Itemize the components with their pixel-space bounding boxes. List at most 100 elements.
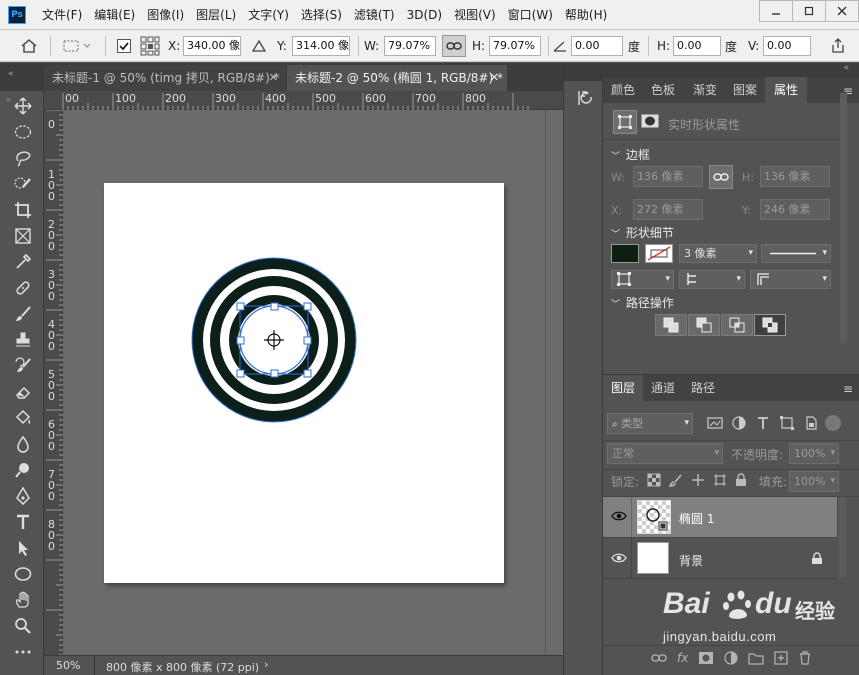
zoom-level[interactable]: 50% — [56, 659, 80, 672]
stroke-caps-dropdown[interactable]: ▾ — [679, 270, 745, 289]
path-selection-tool-icon[interactable] — [12, 537, 34, 559]
add-mask-icon[interactable] — [698, 651, 714, 665]
filter-shape-layer-icon[interactable] — [779, 415, 795, 431]
path-operations-section-header[interactable]: ﹀ 路径操作 — [611, 294, 674, 311]
visibility-eye-icon[interactable] — [611, 510, 627, 522]
visibility-eye-icon[interactable] — [611, 552, 627, 564]
home-icon[interactable] — [20, 30, 38, 62]
shape-x-field[interactable]: 272 像素 — [633, 199, 703, 220]
healing-brush-tool-icon[interactable] — [12, 277, 34, 299]
layer-name[interactable]: 背景 — [679, 552, 703, 569]
stroke-style-dropdown[interactable]: ▾ — [761, 244, 831, 263]
tab-color[interactable]: 颜色 — [603, 77, 643, 103]
filter-pixel-layer-icon[interactable] — [707, 415, 723, 431]
history-brush-tool-icon[interactable] — [12, 355, 34, 377]
transform-section-header[interactable]: ﹀ 边框 — [611, 146, 650, 163]
ellipse-tool-icon[interactable] — [12, 563, 34, 585]
y-position-field[interactable]: 314.00 像素 — [292, 36, 350, 56]
eraser-tool-icon[interactable] — [12, 381, 34, 403]
menu-type[interactable]: 文字(Y) — [242, 0, 295, 30]
panel-collapse-icon[interactable]: « — [843, 63, 849, 73]
tab-swatches[interactable]: 色板 — [643, 77, 683, 103]
panel-menu-icon[interactable]: ≡ — [843, 382, 853, 396]
tab-layers[interactable]: 图层 — [603, 375, 643, 401]
filter-smart-object-icon[interactable] — [803, 415, 819, 431]
tab-untitled-1[interactable]: 未标题-1 @ 50% (timg 拷贝, RGB/8#) * ✕ — [44, 65, 286, 91]
type-tool-icon[interactable] — [12, 511, 34, 533]
layer-row[interactable]: 背景 — [603, 538, 837, 578]
blend-mode-dropdown[interactable]: 正常 ▾ — [607, 443, 723, 464]
status-menu-arrow[interactable]: › — [264, 658, 268, 671]
combine-shapes-icon[interactable] — [655, 314, 687, 336]
eyedropper-tool-icon[interactable] — [12, 251, 34, 273]
layer-filter-dropdown[interactable]: ⌕ 类型 ▾ — [607, 413, 693, 434]
h-skew-field[interactable]: 0.00 — [673, 36, 721, 56]
height-percent-field[interactable]: 79.07% — [489, 36, 541, 56]
shape-details-section-header[interactable]: ﹀ 形状细节 — [611, 224, 674, 241]
lock-artboard-icon[interactable] — [713, 473, 727, 487]
menu-view[interactable]: 视图(V) — [448, 0, 502, 30]
toolbar-collapse-icon[interactable]: » — [6, 95, 11, 104]
fx-icon[interactable]: fx — [677, 651, 688, 665]
menu-file[interactable]: 文件(F) — [36, 0, 88, 30]
tab-properties[interactable]: 属性 — [765, 77, 807, 103]
clone-stamp-tool-icon[interactable] — [12, 329, 34, 351]
tab-patterns[interactable]: 图案 — [725, 77, 765, 103]
menu-help[interactable]: 帮助(H) — [559, 0, 613, 30]
more-tools-icon[interactable] — [12, 641, 34, 663]
photoshop-logo-icon[interactable]: Ps — [8, 5, 26, 24]
minimize-icon[interactable] — [759, 0, 793, 22]
close-icon[interactable] — [825, 0, 859, 22]
filter-adjustment-layer-icon[interactable] — [731, 415, 747, 431]
transform-select-icon[interactable] — [62, 30, 92, 62]
dodge-tool-icon[interactable] — [12, 459, 34, 481]
layers-scrollbar[interactable] — [839, 497, 846, 577]
x-position-field[interactable]: 340.00 像素 — [183, 36, 241, 56]
stroke-align-dropdown[interactable]: ▾ — [611, 270, 674, 289]
lasso-tool-icon[interactable] — [12, 147, 34, 169]
reference-point-grid-icon[interactable] — [140, 30, 160, 62]
new-group-icon[interactable] — [748, 651, 764, 665]
filter-toggle-icon[interactable] — [825, 415, 841, 431]
canvas-workspace[interactable] — [63, 110, 545, 655]
shape-y-field[interactable]: 246 像素 — [760, 199, 830, 220]
close-tab-icon[interactable]: ✕ — [269, 65, 278, 91]
history-panel-icon[interactable] — [576, 89, 594, 107]
rotate-angle-field[interactable]: 0.00 — [571, 36, 623, 56]
menu-edit[interactable]: 编辑(E) — [88, 0, 141, 30]
lock-transparent-pixels-icon[interactable] — [647, 473, 661, 487]
v-skew-field[interactable]: 0.00 — [763, 36, 811, 56]
brush-tool-icon[interactable] — [12, 303, 34, 325]
lock-image-pixels-icon[interactable] — [669, 473, 683, 487]
pen-tool-icon[interactable] — [12, 485, 34, 507]
tab-paths[interactable]: 路径 — [683, 375, 723, 401]
zoom-tool-icon[interactable] — [12, 615, 34, 637]
panel-scrollbar[interactable] — [840, 93, 847, 343]
elliptical-marquee-tool-icon[interactable] — [12, 121, 34, 143]
close-tab-icon[interactable]: ✕ — [490, 65, 499, 91]
new-layer-icon[interactable] — [774, 651, 788, 665]
menu-3d[interactable]: 3D(D) — [401, 0, 448, 30]
layer-row[interactable]: 椭圆 1 — [603, 497, 837, 537]
frame-tool-icon[interactable] — [12, 225, 34, 247]
tab-channels[interactable]: 通道 — [643, 375, 683, 401]
exclude-overlapping-icon[interactable] — [754, 314, 786, 336]
stroke-width-dropdown[interactable]: 3 像素 ▾ — [679, 244, 757, 263]
delta-icon[interactable] — [252, 30, 266, 62]
opacity-field[interactable]: 100% ▾ — [789, 443, 839, 464]
transform-bounding-box[interactable] — [104, 183, 504, 583]
move-tool-icon[interactable] — [12, 95, 34, 117]
link-layers-icon[interactable] — [651, 651, 667, 665]
share-icon[interactable] — [830, 30, 846, 62]
menu-layer[interactable]: 图层(L) — [190, 0, 242, 30]
blur-tool-icon[interactable] — [12, 433, 34, 455]
new-adjustment-icon[interactable] — [724, 651, 738, 665]
intersect-shapes-icon[interactable] — [721, 314, 753, 336]
hand-tool-icon[interactable] — [12, 589, 34, 611]
vertical-scrollbar[interactable] — [545, 110, 563, 655]
mask-icon[interactable] — [641, 114, 659, 128]
fill-color-swatch[interactable] — [611, 244, 639, 263]
tab-gradients[interactable]: 渐变 — [685, 77, 725, 103]
tab-untitled-2[interactable]: 未标题-2 @ 50% (椭圆 1, RGB/8#) * ✕ — [287, 65, 507, 91]
subtract-front-shape-icon[interactable] — [688, 314, 720, 336]
